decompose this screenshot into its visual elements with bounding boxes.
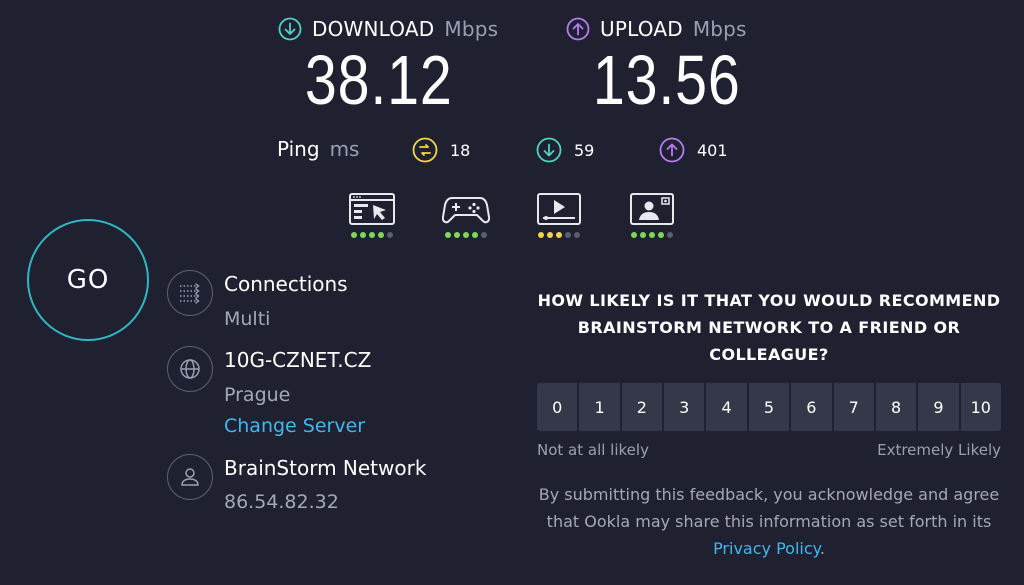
rating-dot	[481, 232, 487, 238]
ping-upload-value: 401	[697, 140, 728, 160]
nps-option-6[interactable]: 6	[791, 383, 832, 431]
rating-dot	[360, 232, 366, 238]
nps-option-2[interactable]: 2	[621, 383, 663, 431]
disclaimer-end: .	[819, 539, 825, 558]
activity-rating	[347, 232, 397, 238]
rating-dot	[351, 232, 357, 238]
ping-label: Ping	[277, 137, 320, 161]
nps-option-0[interactable]: 0	[537, 383, 578, 431]
video-chat-icon	[630, 193, 674, 225]
globe-icon	[180, 359, 200, 379]
activity-web-browsing	[347, 192, 397, 238]
disclaimer-text: By submitting this feedback, you acknowl…	[538, 485, 1000, 531]
activity-video-streaming	[534, 192, 584, 238]
nps-option-3[interactable]: 3	[664, 383, 705, 431]
ping-download-value: 59	[574, 140, 595, 160]
rating-dot	[631, 232, 637, 238]
activity-video-chat	[627, 192, 677, 238]
nps-option-8[interactable]: 8	[875, 383, 917, 431]
download-value: 38.12	[304, 41, 453, 119]
connections-title: Connections	[224, 272, 348, 296]
upload-label: UPLOAD	[600, 17, 683, 41]
rating-dot	[387, 232, 393, 238]
privacy-policy-link[interactable]: Privacy Policy	[713, 539, 820, 558]
ping-idle: 18	[412, 137, 470, 163]
activity-rating	[534, 232, 584, 238]
ping-idle-value: 18	[450, 140, 471, 160]
ping-unit: ms	[329, 137, 360, 161]
scale-low-label: Not at all likely	[537, 441, 649, 459]
nps-option-5[interactable]: 5	[748, 383, 790, 431]
change-server-link[interactable]: Change Server	[224, 415, 365, 437]
download-header: DOWNLOAD Mbps	[278, 17, 498, 41]
upload-value: 13.56	[592, 41, 741, 119]
server-icon-circle	[167, 346, 213, 392]
multi-connection-icon	[180, 283, 200, 304]
connections-icon-circle	[167, 270, 213, 316]
rating-dot	[454, 232, 460, 238]
provider-icon-circle	[167, 454, 213, 500]
ping-label-group: Ping ms	[277, 137, 359, 161]
rating-dot	[649, 232, 655, 238]
rating-dot	[463, 232, 469, 238]
upload-unit: Mbps	[692, 17, 747, 41]
web-browsing-icon	[349, 193, 395, 225]
feedback-disclaimer: By submitting this feedback, you acknowl…	[534, 481, 1004, 562]
rating-dot	[556, 232, 562, 238]
download-latency-icon	[536, 137, 562, 163]
scale-high-label: Extremely Likely	[877, 441, 1001, 459]
rating-dot	[369, 232, 375, 238]
upload-arrow-icon	[566, 17, 590, 41]
ping-download: 59	[536, 137, 594, 163]
go-button[interactable]: GO	[27, 219, 149, 341]
server-name: 10G-CZNET.CZ	[224, 348, 372, 372]
rating-dot	[640, 232, 646, 238]
upload-header: UPLOAD Mbps	[566, 17, 747, 41]
nps-option-7[interactable]: 7	[833, 383, 874, 431]
rating-dot	[667, 232, 673, 238]
rating-dot	[574, 232, 580, 238]
video-streaming-icon	[537, 193, 581, 225]
nps-option-4[interactable]: 4	[706, 383, 747, 431]
rating-dot	[378, 232, 384, 238]
provider-ip: 86.54.82.32	[224, 491, 339, 513]
idle-latency-icon	[412, 137, 438, 163]
rating-dot	[658, 232, 664, 238]
gaming-icon	[442, 197, 490, 224]
nps-option-1[interactable]: 1	[579, 383, 620, 431]
rating-dot	[445, 232, 451, 238]
nps-option-9[interactable]: 9	[918, 383, 959, 431]
rating-dot	[472, 232, 478, 238]
rating-dot	[547, 232, 553, 238]
upload-latency-icon	[659, 137, 685, 163]
activity-gaming	[441, 192, 491, 238]
rating-dot	[565, 232, 571, 238]
download-unit: Mbps	[444, 17, 499, 41]
survey-question: HOW LIKELY IS IT THAT YOU WOULD RECOMMEN…	[537, 291, 1001, 364]
provider-name: BrainStorm Network	[224, 456, 427, 480]
rating-dot	[538, 232, 544, 238]
download-label: DOWNLOAD	[312, 17, 435, 41]
nps-option-10[interactable]: 10	[960, 383, 1001, 431]
user-icon	[181, 468, 199, 486]
connections-value: Multi	[224, 308, 271, 330]
nps-scale: 0 1 2 3 4 5 6 7 8 9 10	[537, 383, 1001, 431]
download-arrow-icon	[278, 17, 302, 41]
activity-rating	[441, 232, 491, 238]
server-location: Prague	[224, 384, 291, 406]
ping-upload: 401	[659, 137, 728, 163]
activity-rating	[627, 232, 677, 238]
